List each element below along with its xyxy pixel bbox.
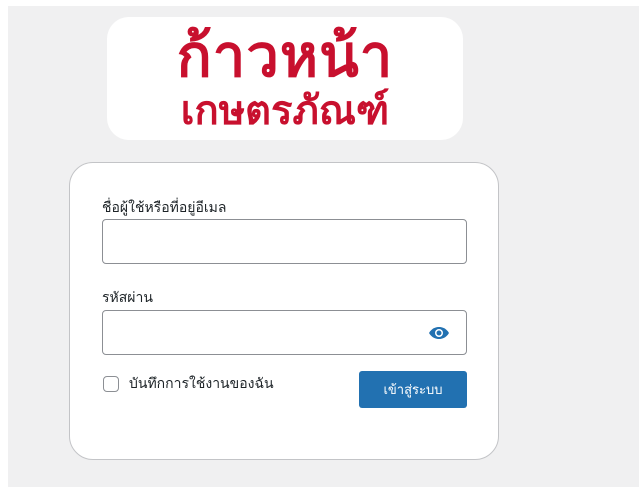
login-form: ชื่อผู้ใช้หรือที่อยู่อีเมล รหัสผ่าน บันท… — [69, 162, 499, 460]
show-password-button[interactable] — [422, 320, 456, 346]
remember-me-checkbox[interactable] — [103, 376, 119, 392]
username-input[interactable] — [102, 219, 467, 264]
password-input[interactable] — [102, 310, 467, 355]
username-label: ชื่อผู้ใช้หรือที่อยู่อีเมล — [102, 200, 227, 216]
password-label: รหัสผ่าน — [102, 290, 153, 306]
eye-icon — [429, 327, 449, 339]
logo-text-bottom: เกษตรภัณฑ์ — [180, 88, 390, 134]
site-logo: ก้าวหน้า เกษตรภัณฑ์ — [107, 17, 463, 140]
remember-me-label: บันทึกการใช้งานของฉัน — [129, 376, 274, 392]
login-button[interactable]: เข้าสู่ระบบ — [359, 371, 467, 408]
remember-me-row[interactable]: บันทึกการใช้งานของฉัน — [103, 373, 274, 395]
logo-text-top: ก้าวหน้า — [176, 22, 394, 90]
